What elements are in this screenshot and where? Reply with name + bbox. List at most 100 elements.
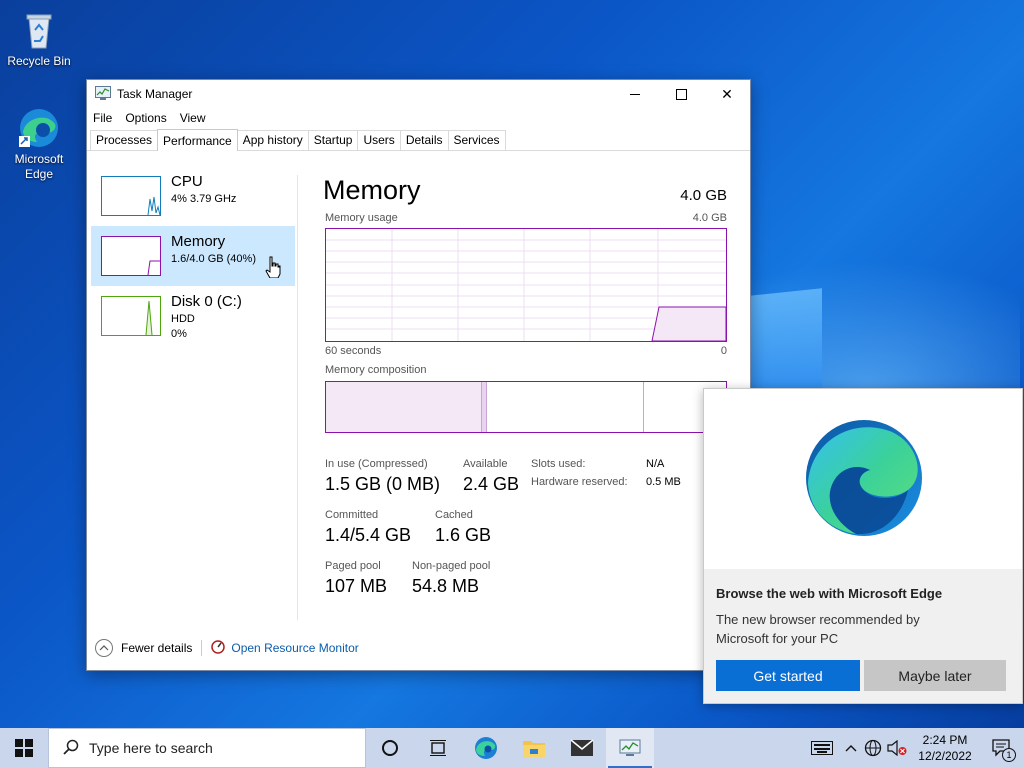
window-title: Task Manager [117,87,193,101]
clock-time: 2:24 PM [922,733,968,747]
memory-usage-area [651,306,727,342]
resource-monitor-icon [211,639,226,657]
graph-axis-right: 0 [720,345,727,357]
composition-standby [487,382,644,432]
popup-body: Browse the web with Microsoft Edge The n… [704,569,1022,703]
popup-hero [704,389,1022,569]
tab-strip: Processes Performance App history Startu… [87,128,750,151]
tab-performance[interactable]: Performance [157,129,238,151]
resource-name: CPU [171,173,203,190]
network-button[interactable] [862,728,884,768]
in-use-label: In use (Compressed) [325,458,428,470]
edge-icon [17,106,61,150]
composition-in-use [326,382,482,432]
clock-date: 12/2/2022 [918,749,972,763]
search-placeholder: Type here to search [89,740,213,756]
footer-separator [201,640,203,656]
menu-file[interactable]: File [93,111,112,125]
resource-detail: 4% 3.79 GHz [171,193,237,205]
fewer-details-button[interactable]: Fewer details [95,639,192,657]
desktop-icon-label: Microsoft Edge [14,152,64,181]
taskbar-file-explorer[interactable] [510,728,558,768]
get-started-button[interactable]: Get started [716,660,860,691]
keyboard-icon [811,741,833,755]
mail-icon [570,739,594,756]
task-manager-window: Task Manager ✕ File Options View Process… [86,79,751,671]
volume-button[interactable] [884,728,910,768]
disk-thumbnail-graph [101,296,161,336]
non-paged-pool-label: Non-paged pool [412,560,491,572]
close-icon: ✕ [721,85,733,102]
chevron-up-icon [95,639,113,657]
notification-count-badge: 1 [1002,748,1016,762]
menu-options[interactable]: Options [125,111,166,125]
resource-item-disk[interactable]: Disk 0 (C:) HDD 0% [91,286,295,346]
popup-description: The new browser recommended by Microsoft… [716,612,920,646]
open-resource-monitor-link[interactable]: Open Resource Monitor [231,641,358,655]
popup-title: Browse the web with Microsoft Edge [716,586,943,601]
start-button[interactable] [0,728,48,768]
edge-logo-icon [806,420,922,536]
paged-pool-label: Paged pool [325,560,381,572]
tab-services[interactable]: Services [447,130,506,150]
taskbar-search-box[interactable]: Type here to search [48,728,366,768]
memory-thumbnail-graph [101,236,161,276]
resource-name: Disk 0 (C:) [171,293,242,310]
in-use-value: 1.5 GB (0 MB) [325,474,441,494]
tab-details[interactable]: Details [399,130,449,150]
tab-startup[interactable]: Startup [307,130,359,150]
resource-list: CPU 4% 3.79 GHz Memory 1.6/4.0 GB (40%) … [87,173,298,620]
desktop-icon-microsoft-edge[interactable]: Microsoft Edge [4,106,74,182]
resource-item-cpu[interactable]: CPU 4% 3.79 GHz [91,166,295,226]
edge-promo-popup: Browse the web with Microsoft Edge The n… [703,388,1023,704]
title-bar[interactable]: Task Manager ✕ [87,80,750,108]
maximize-button[interactable] [658,80,704,108]
window-footer: Fewer details Open Resource Monitor [87,626,750,670]
taskbar: Type here to search 2:24 PM 12/2/2022 1 [0,728,1024,768]
wallpaper-windows-logo [750,288,822,396]
memory-usage-graph [325,228,727,342]
memory-heading: Memory [323,175,421,205]
slots-used-label: Slots used: [531,458,586,470]
resource-item-memory[interactable]: Memory 1.6/4.0 GB (40%) [91,226,295,286]
resource-detail: 1.6/4.0 GB (40%) [171,253,256,265]
desktop-icon-recycle-bin[interactable]: Recycle Bin [4,8,74,69]
cortana-circle-icon [382,740,398,756]
hand-cursor-icon [265,256,281,281]
maybe-later-button[interactable]: Maybe later [864,660,1006,691]
task-view-icon [430,740,446,756]
available-value: 2.4 GB [463,474,520,494]
tab-app-history[interactable]: App history [236,130,309,150]
taskbar-clock[interactable]: 2:24 PM 12/2/2022 [910,732,980,764]
tab-users[interactable]: Users [357,130,401,150]
folder-icon [523,741,545,757]
taskbar-edge[interactable] [462,728,510,768]
graph-axis-left: 60 seconds [325,345,382,357]
windows-logo-icon [15,739,33,757]
menu-view[interactable]: View [180,111,206,125]
task-manager-icon [95,85,111,103]
tab-processes[interactable]: Processes [90,130,159,150]
system-tray: 2:24 PM 12/2/2022 1 [804,728,1024,768]
desktop-icon-label: Recycle Bin [7,54,71,68]
paged-pool-value: 107 MB [325,576,388,596]
fewer-details-label: Fewer details [121,641,193,655]
taskbar-mail[interactable] [558,728,606,768]
task-view-button[interactable] [414,728,462,768]
touch-keyboard-button[interactable] [804,728,840,768]
resource-detail: HDD 0% [171,312,195,342]
disk-type: HDD [171,313,195,325]
minimize-button[interactable] [612,80,658,108]
action-center-button[interactable]: 1 [980,728,1024,768]
resource-name: Memory [171,233,226,250]
taskbar-task-manager[interactable] [606,728,654,768]
search-icon [63,739,79,758]
chevron-up-icon [845,745,857,752]
close-button[interactable]: ✕ [704,80,750,108]
task-manager-icon [619,739,641,756]
maximize-icon [675,88,687,100]
disk-usage: 0% [171,328,187,340]
cortana-button[interactable] [366,728,414,768]
volume-muted-icon [887,740,907,756]
show-hidden-icons-button[interactable] [840,728,862,768]
